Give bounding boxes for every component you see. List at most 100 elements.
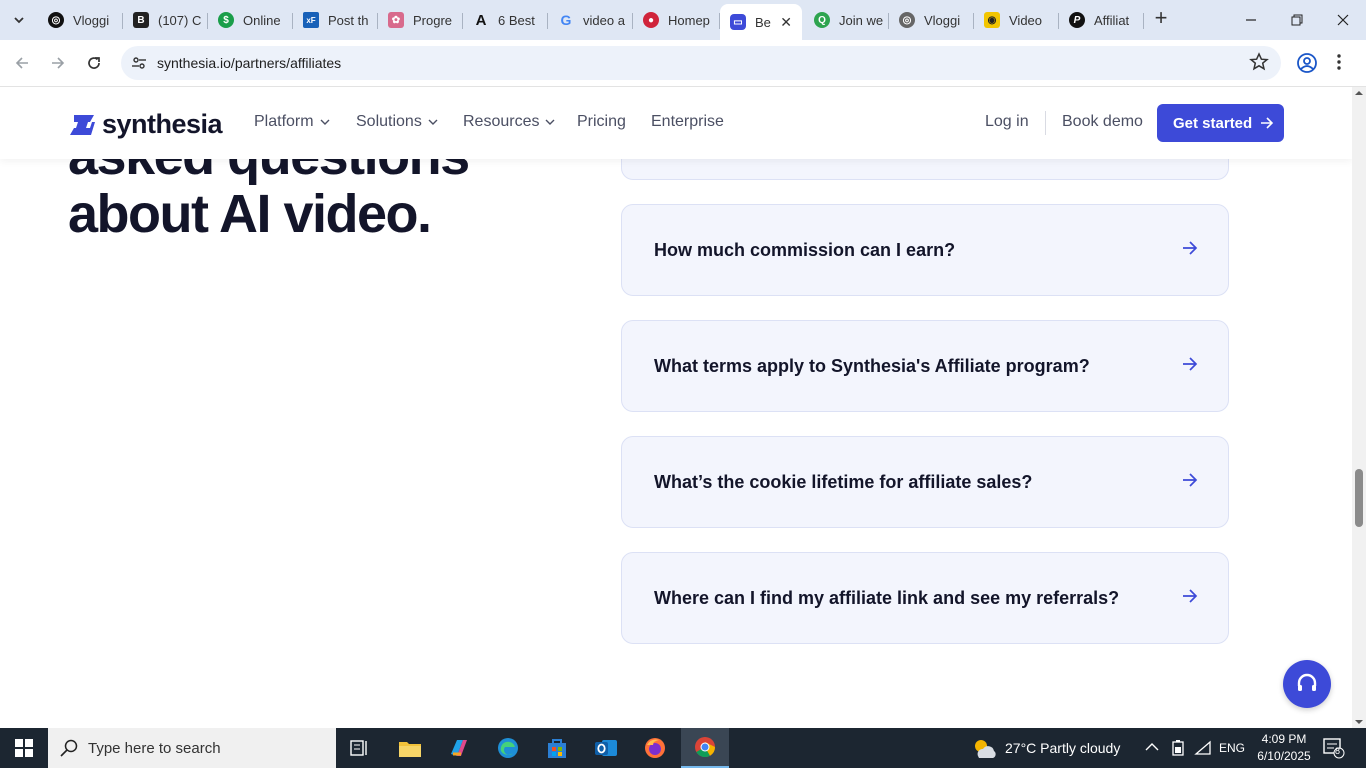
file-explorer-button[interactable] [386,728,434,768]
browser-tab[interactable]: G video a [548,4,633,36]
book-demo-link[interactable]: Book demo [1062,113,1143,131]
search-icon [60,739,78,757]
taskbar-search[interactable]: Type here to search [48,728,336,768]
synthesia-favicon-icon: ▭ [730,14,746,30]
edge-icon [498,738,518,758]
browser-menu-icon[interactable] [1336,52,1342,77]
folder-icon [399,742,421,757]
synthesia-logo[interactable]: synthesia [68,109,223,140]
address-bar[interactable]: synthesia.io/partners/affiliates [121,46,1281,80]
header-divider [1045,111,1046,135]
browser-tab[interactable]: ◉ Video [974,4,1059,36]
browser-toolbar: synthesia.io/partners/affiliates [0,40,1366,87]
battery-icon[interactable] [1170,739,1186,757]
browser-tab[interactable]: xF Post th [293,4,378,36]
tab-favicon-icon: ● [643,12,659,28]
chevron-up-icon[interactable] [1145,742,1159,752]
faq-card[interactable]: Where can I find my affiliate link and s… [621,552,1229,644]
profile-icon[interactable] [1296,52,1318,79]
browser-tab[interactable]: Q Join we [804,4,889,36]
tab-favicon-icon: Q [814,12,830,28]
browser-tab[interactable]: B (107) C [123,4,208,36]
browser-tab-strip: ◎ Vloggi B (107) C $ Online xF Post th ✿… [0,0,1366,40]
globe-icon: ◎ [899,12,915,28]
synthesia-logo-icon [70,114,95,135]
nav-enterprise[interactable]: Enterprise [651,113,724,131]
nav-resources[interactable]: Resources [463,113,555,131]
close-icon [1337,14,1349,26]
browser-tab-active[interactable]: ▭ Be ✕ [720,4,802,40]
faq-question: How much commission can I earn? [654,240,956,260]
scroll-up-icon [1355,91,1363,95]
restore-icon [1291,14,1303,26]
arrow-right-icon [1182,473,1198,492]
notifications-button[interactable]: 8 [1322,737,1346,764]
network-icon[interactable] [1194,740,1212,756]
support-chat-button[interactable] [1283,660,1331,708]
language-indicator[interactable]: ENG [1219,741,1245,755]
copilot-button[interactable] [435,728,483,768]
close-tab-icon[interactable]: ✕ [780,14,792,31]
headset-icon [1297,673,1317,691]
restore-button[interactable] [1274,0,1320,40]
weather-text[interactable]: 27°C Partly cloudy [1005,740,1120,756]
browser-tab[interactable]: ● Homep [633,4,720,36]
notification-icon [1323,738,1345,759]
browser-tab[interactable]: ✿ Progre [378,4,463,36]
tab-favicon-icon: ✿ [388,12,404,28]
new-tab-button[interactable]: + [1150,7,1172,30]
get-started-button[interactable]: Get started [1157,104,1284,142]
forward-button[interactable] [46,51,70,75]
nav-solutions[interactable]: Solutions [356,113,438,131]
faq-card[interactable]: How much commission can I earn? [621,204,1229,296]
page-scrollbar[interactable] [1352,87,1366,728]
reload-button[interactable] [82,51,106,75]
outlook-icon [595,740,617,756]
google-icon: G [560,12,572,28]
reload-icon [88,57,100,69]
minimize-icon [1246,19,1256,21]
arrow-right-icon [1182,241,1198,260]
start-button[interactable] [0,728,48,768]
weather-partly-cloudy-icon [975,740,996,758]
browser-tab[interactable]: $ Online [208,4,293,36]
faq-card[interactable]: What terms apply to Synthesia's Affiliat… [621,320,1229,412]
arrow-right-icon [52,57,65,69]
tab-search-button[interactable] [6,7,32,33]
chrome-icon [695,737,716,758]
login-link[interactable]: Log in [985,113,1029,131]
chrome-button[interactable] [681,728,729,768]
site-info-icon[interactable] [129,53,149,73]
arrow-right-icon [1182,589,1198,608]
windows-logo-icon [15,739,33,757]
browser-tab[interactable]: P Affiliat [1059,4,1144,36]
site-header: synthesia Platform Solutions Resources P… [0,87,1352,159]
faq-card[interactable]: What’s the cookie lifetime for affiliate… [621,436,1229,528]
arrow-left-icon [15,57,28,69]
scrollbar-thumb[interactable] [1355,469,1363,527]
close-window-button[interactable] [1320,0,1366,40]
minimize-button[interactable] [1228,0,1274,40]
tab-favicon-icon: ◉ [984,12,1000,28]
copilot-icon [451,740,467,756]
faq-question: What’s the cookie lifetime for affiliate… [654,472,1033,492]
clock[interactable]: 4:09 PM 6/10/2025 [1254,731,1314,765]
url-text[interactable]: synthesia.io/partners/affiliates [157,55,341,71]
outlook-button[interactable] [582,728,630,768]
faq-question: What terms apply to Synthesia's Affiliat… [654,356,1090,376]
browser-tab[interactable]: ◎ Vloggi [38,4,123,36]
arrow-right-icon [1182,357,1198,376]
task-view-button[interactable] [336,728,384,768]
browser-tab[interactable]: ◎ Vloggi [889,4,974,36]
web-page: asked questions about AI video. How much… [0,87,1352,728]
windows-taskbar: Type here to search 27°C Partly cloudy E… [0,728,1366,768]
bookmark-star-icon[interactable] [1249,52,1269,77]
back-button[interactable] [10,51,34,75]
store-button[interactable] [533,728,581,768]
nav-pricing[interactable]: Pricing [577,113,626,131]
edge-button[interactable] [484,728,532,768]
scroll-down-icon [1355,720,1363,724]
firefox-button[interactable] [631,728,679,768]
nav-platform[interactable]: Platform [254,113,330,131]
browser-tab[interactable]: A 6 Best [463,4,548,36]
